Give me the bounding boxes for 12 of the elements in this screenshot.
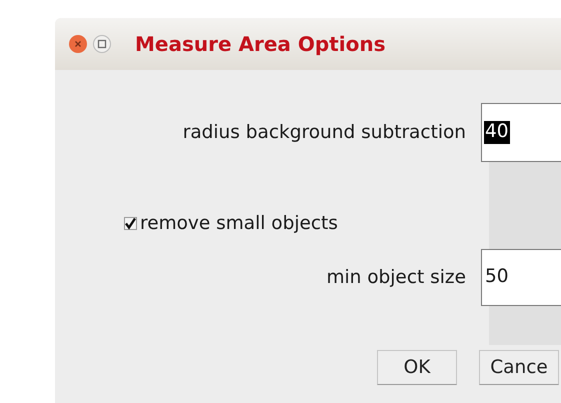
checkbox[interactable] [124,216,137,230]
cancel-button[interactable]: Cance [479,350,559,385]
field-label: min object size [326,267,466,288]
close-icon[interactable] [69,35,87,53]
ok-button[interactable]: OK [377,350,457,385]
field-label: radius background subtraction [182,122,466,143]
input-field[interactable]: 40 [481,103,561,162]
maximize-icon[interactable] [93,35,111,53]
window-title: Measure Area Options [135,32,386,56]
panel-background [489,306,561,345]
checkbox-label: remove small objects [140,212,338,234]
input-field[interactable]: 50 [481,249,561,306]
